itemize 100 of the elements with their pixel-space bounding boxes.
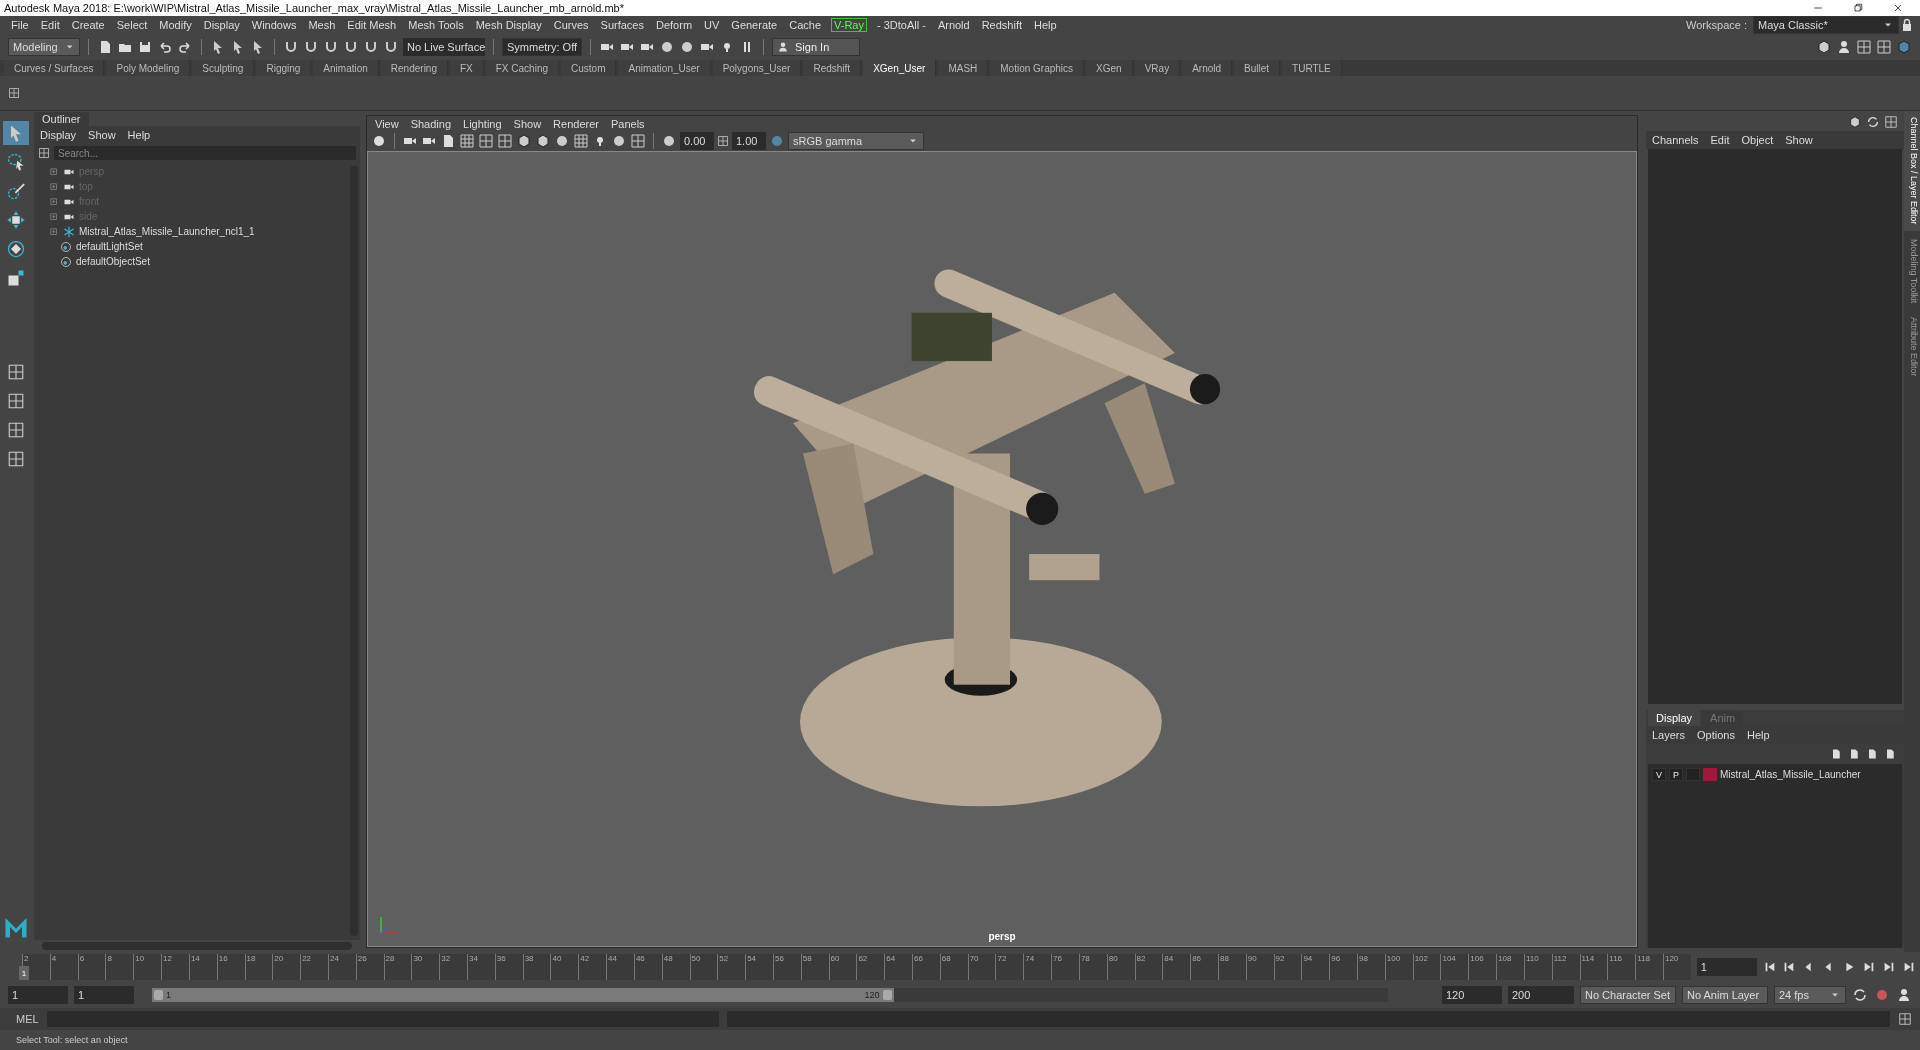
shelf-tab[interactable]: Arnold [1182,60,1233,76]
menu-item[interactable]: Layers [1652,729,1686,741]
shelf-tab[interactable]: TURTLE [1282,60,1342,76]
close-icon[interactable] [1892,2,1904,14]
start-frame-field[interactable]: 1 [8,986,68,1004]
menu-item[interactable]: Show [513,118,542,129]
menu-item[interactable]: Panels [610,118,645,129]
menu-item[interactable]: Select [110,19,154,31]
user-icon[interactable] [777,41,789,53]
shelf-tab[interactable]: Animation [313,60,379,76]
set-icon[interactable] [60,240,72,253]
workspace-dropdown[interactable]: Maya Classic* [1753,16,1899,34]
shelf-tab[interactable]: Custom [561,60,617,76]
snap-curve-icon[interactable] [303,39,319,55]
shelf-tab[interactable]: Motion Graphics [990,60,1085,76]
shelf-tab[interactable]: XGen_User [863,60,937,76]
layer-color-swatch[interactable] [1703,768,1717,781]
menu-item[interactable]: Deform [650,19,699,31]
app-logo-icon[interactable] [4,915,28,939]
menu-item[interactable]: Object [1741,134,1774,146]
shelf-tab[interactable]: Sculpting [192,60,255,76]
menu-item[interactable]: UV [698,19,726,31]
menu-item[interactable]: Show [1785,134,1813,146]
shelf-tab[interactable]: Redshift [803,60,862,76]
snap-live-icon[interactable] [383,39,399,55]
shelf-tab[interactable]: Poly Modeling [106,60,191,76]
command-language-label[interactable]: MEL [16,1013,39,1025]
menu-item[interactable]: Options [1697,729,1735,741]
human-ik-icon[interactable] [1836,39,1852,55]
shelf-tab[interactable]: VRay [1134,60,1181,76]
menu-item[interactable]: Mesh Tools [402,19,470,31]
menu-item[interactable]: Renderer [553,118,599,129]
search-field[interactable]: Search... [54,146,356,160]
playback-start-field[interactable]: 1 [74,986,134,1004]
menu-item[interactable]: Show [88,129,116,141]
rotate-tool-icon[interactable] [6,239,26,259]
shelf-tab[interactable]: XGen [1086,60,1133,76]
expand-icon[interactable] [49,226,59,237]
snap-grid-icon[interactable] [283,39,299,55]
move-tool-icon[interactable] [6,210,26,230]
outliner-item[interactable]: defaultLightSet [76,241,143,252]
shelf-tab[interactable]: Curves / Surfaces [4,60,105,76]
expand-icon[interactable] [49,181,59,192]
shelf-tab[interactable]: Animation_User [618,60,711,76]
refresh-icon[interactable] [1866,115,1880,129]
expand-icon[interactable] [49,211,59,222]
expand-icon[interactable] [49,196,59,207]
menu-item[interactable]: Edit Mesh [341,19,403,31]
menu-item[interactable]: Mesh [302,19,342,31]
preferences-icon[interactable] [1896,987,1912,1003]
end-frame-field[interactable]: 200 [1508,986,1574,1004]
menu-item[interactable]: Mesh Display [469,19,548,31]
menu-item[interactable]: File [5,19,35,31]
menu-item[interactable]: Help [127,129,151,141]
layer-name[interactable]: Mistral_Atlas_Missile_Launcher [1720,769,1861,780]
menu-item[interactable]: Redshift [975,19,1029,31]
menu-item[interactable]: Help [1746,729,1770,741]
set-icon[interactable] [60,255,72,268]
restore-icon[interactable] [1852,2,1864,14]
menu-item[interactable]: - 3DtoAll - [870,19,932,31]
menu-item[interactable]: Curves [547,19,595,31]
menu-item[interactable]: Channels [1652,134,1699,146]
expand-icon[interactable] [49,166,59,177]
fps-dropdown[interactable]: 24 fps [1774,986,1846,1004]
time-slider[interactable]: 2 4 6 8 10 12 14 16 18 20 22 24 26 28 30 32 34 36 38 40 42 44 46 48 50 52 54 56 58 60 62 64 66 68 70 72 74 76 78 80 82 84 86 88 90 92 94 96 98 100 102 104 106 108 110 112 114 116 118 120 1 [22,954,1691,980]
menu-item[interactable]: Display [197,19,246,31]
layer-tab[interactable]: Display [1648,710,1701,726]
menu-item[interactable]: Shading [410,118,452,129]
shelf-tab[interactable]: Rendering [380,60,448,76]
mode-dropdown[interactable]: Modeling [8,38,80,56]
anim-layer-dropdown[interactable]: No Anim Layer [1682,986,1768,1004]
side-tab[interactable]: Channel Box / Layer Editor [1904,111,1920,231]
menu-item[interactable]: Windows [245,19,303,31]
loop-icon[interactable] [1852,987,1868,1003]
shelf-tab[interactable]: FX Caching [485,60,559,76]
visibility-toggle[interactable]: V [1652,768,1666,781]
shelf-tab[interactable]: FX [450,60,484,76]
character-set-dropdown[interactable]: No Character Set [1580,986,1676,1004]
playback-toggle[interactable]: P [1669,768,1683,781]
redo-icon[interactable] [177,39,193,55]
menu-item[interactable]: Modify [153,19,198,31]
scale-tool-icon[interactable] [6,268,26,288]
live-surface-field[interactable]: No Live Surface [403,38,485,56]
shelf-tab[interactable]: MASH [938,60,989,76]
snap-view-icon[interactable] [363,39,379,55]
gamma-field[interactable]: 1.00 [732,132,766,150]
range-end[interactable]: 120 [864,990,892,1000]
current-frame-marker[interactable]: 1 [19,966,29,980]
exposure-field[interactable]: 0.00 [680,132,714,150]
sign-in-button[interactable]: Sign In [772,38,860,56]
snap-projected-icon[interactable] [343,39,359,55]
save-icon[interactable] [137,39,153,55]
go-to-end-icon[interactable] [1902,960,1916,974]
menu-item[interactable]: Edit [34,19,66,31]
asterisk-icon[interactable] [63,225,75,238]
playback-end-field[interactable]: 120 [1442,986,1502,1004]
shelf-tab[interactable]: Rigging [256,60,312,76]
menu-item[interactable]: Create [65,19,111,31]
menu-item[interactable]: Edit [1710,134,1730,146]
outliner-item[interactable]: defaultObjectSet [76,256,150,267]
